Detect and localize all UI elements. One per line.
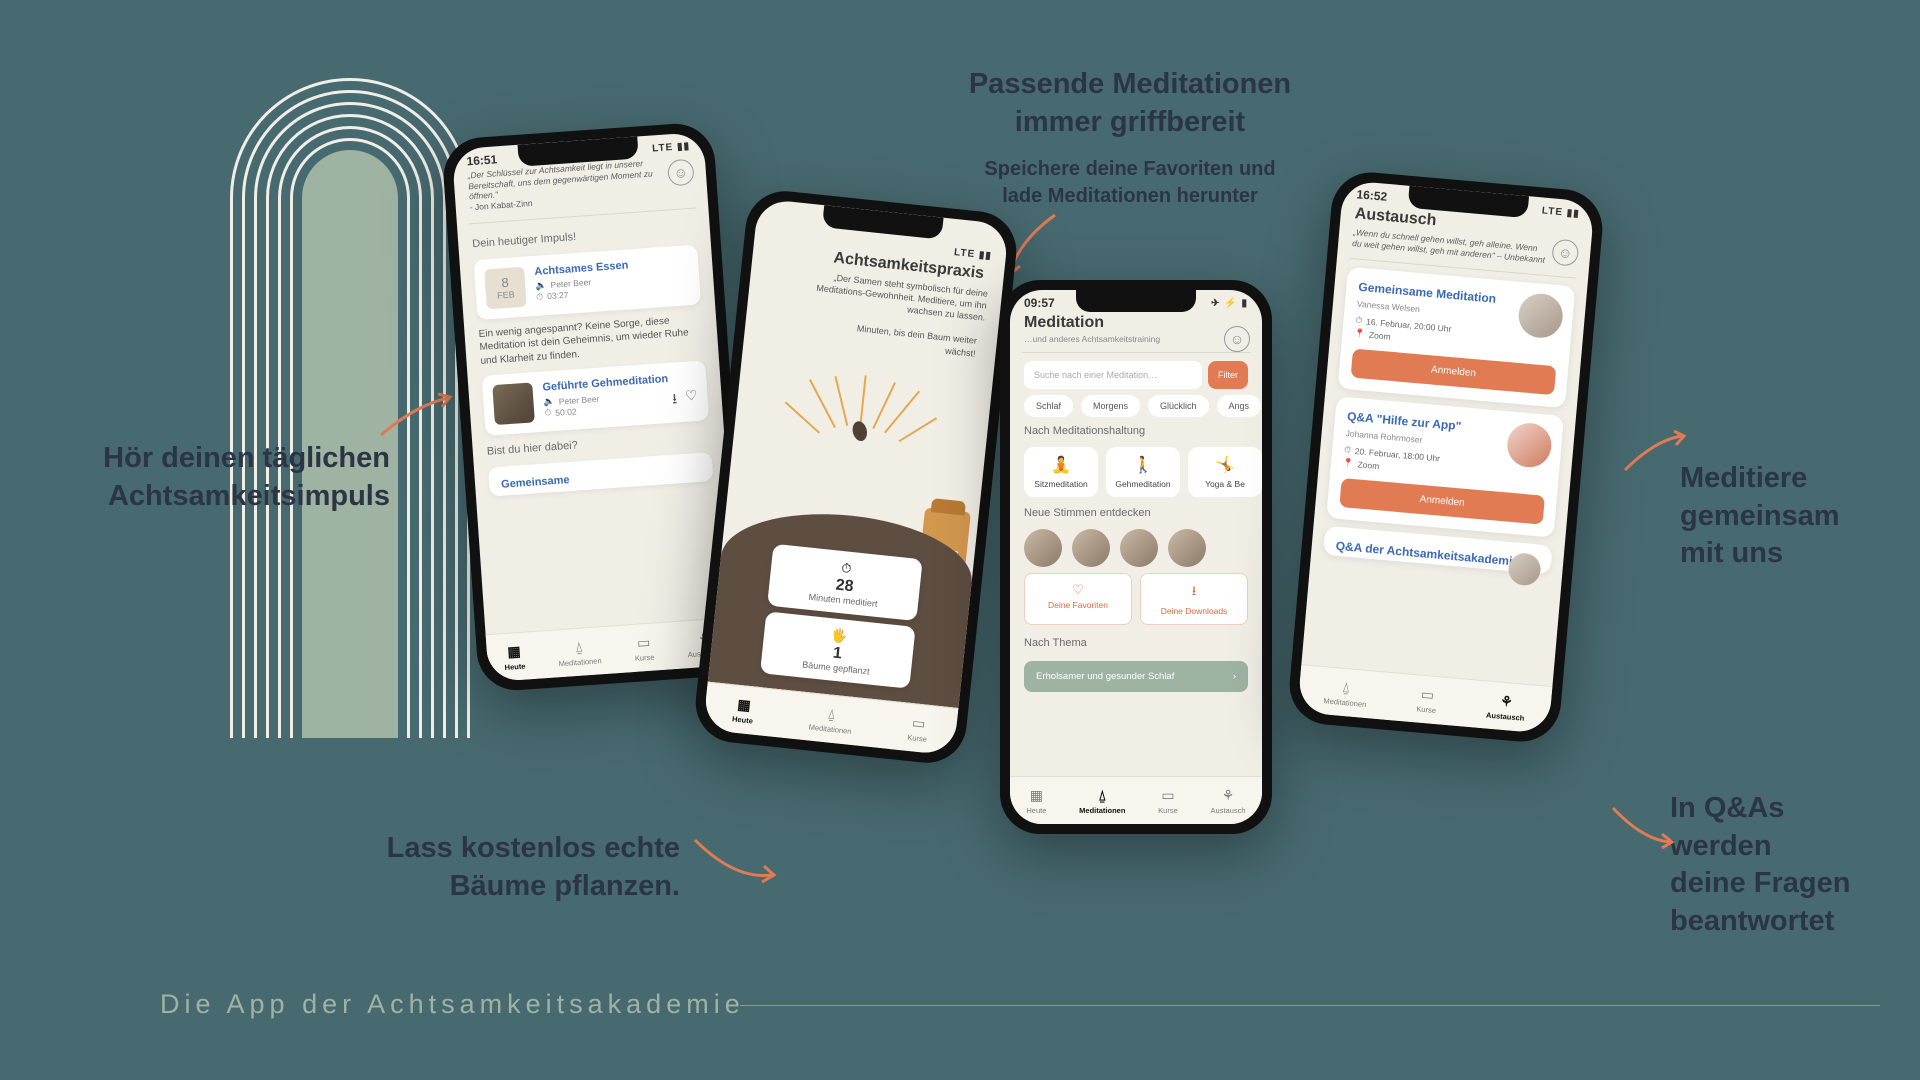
yoga-icon: 🤸 bbox=[1192, 455, 1258, 475]
heart-icon: ♡ bbox=[1029, 582, 1127, 598]
speaker-icon: 🔈 bbox=[543, 396, 555, 408]
location-icon: 📍 bbox=[1354, 328, 1366, 340]
calendar-icon: ▦ bbox=[507, 642, 521, 660]
arrow-icon bbox=[1608, 800, 1678, 850]
heart-icon[interactable]: ♡ bbox=[684, 387, 698, 412]
plant-icon: 🖐 bbox=[830, 627, 848, 644]
annot-plant-trees: Lass kostenlos echte Bäume pflanzen. bbox=[310, 830, 680, 905]
decorative-arch bbox=[230, 38, 470, 738]
event-card[interactable]: Gemeinsame Meditation Vanessa Welsen ⏱16… bbox=[1338, 267, 1576, 408]
calendar-icon: ▦ bbox=[737, 695, 752, 713]
nav-heute[interactable]: ▦Heute bbox=[503, 642, 526, 671]
sun-icon bbox=[774, 357, 951, 454]
tagline-line bbox=[740, 1005, 1880, 1006]
nav-kurse[interactable]: ▭Kurse bbox=[1416, 685, 1438, 715]
calendar-icon: ▦ bbox=[1030, 787, 1043, 804]
annot-qa: In Q&As werden deine Fragen beantwortet bbox=[1670, 790, 1910, 941]
posture-tile[interactable]: 🧘Sitzmeditation bbox=[1024, 447, 1098, 497]
arrow-icon bbox=[1620, 430, 1690, 480]
posture-tile[interactable]: 🚶Gehmeditation bbox=[1106, 447, 1180, 497]
course-icon: ▭ bbox=[1420, 685, 1435, 703]
favorites-button[interactable]: ♡Deine Favoriten bbox=[1024, 573, 1132, 625]
meditate-icon: ⍙ bbox=[827, 705, 837, 723]
tagline: Die App der Achtsamkeitsakademie bbox=[160, 989, 745, 1020]
meditate-icon: ⍙ bbox=[1341, 678, 1351, 696]
clock-icon: ⏱ bbox=[1344, 444, 1352, 456]
posture-tile[interactable]: 🤸Yoga & Be bbox=[1188, 447, 1262, 497]
course-icon: ▭ bbox=[911, 714, 926, 732]
timer-icon: ⏱ bbox=[841, 560, 853, 576]
bottom-nav: ▦Heute ⍙Meditationen ▭Kurse ⚘Austausch bbox=[1010, 776, 1262, 824]
chip[interactable]: Schlaf bbox=[1024, 395, 1073, 417]
stat-minutes: ⏱ 28 Minuten meditiert bbox=[767, 544, 923, 621]
nav-kurse[interactable]: ▭Kurse bbox=[633, 633, 654, 662]
voice-avatar[interactable] bbox=[1072, 529, 1110, 567]
walk-icon: 🚶 bbox=[1110, 455, 1176, 475]
course-icon: ▭ bbox=[636, 633, 650, 651]
meditate-icon: ⍙ bbox=[574, 638, 584, 656]
stat-trees: 🖐 1 Bäume gepflanzt bbox=[760, 611, 916, 688]
course-icon: ▭ bbox=[1161, 787, 1174, 804]
clock-icon: ⏱ bbox=[1355, 315, 1363, 327]
section-theme: Nach Thema bbox=[1010, 631, 1262, 655]
section-voices: Neue Stimmen entdecken bbox=[1010, 501, 1262, 525]
profile-button[interactable]: ☺ bbox=[1224, 326, 1250, 352]
search-input[interactable]: Suche nach einer Meditation… bbox=[1024, 361, 1202, 389]
location-icon: 📍 bbox=[1343, 457, 1355, 469]
register-button[interactable]: Anmelden bbox=[1339, 478, 1545, 525]
community-icon: ⚘ bbox=[1222, 787, 1235, 804]
annot-meditations-sub: Speichere deine Favoriten und lade Medit… bbox=[930, 156, 1330, 210]
annot-daily-impulse: Hör deinen täglichen Achtsamkeitsimpuls bbox=[70, 440, 390, 515]
nav-meditationen[interactable]: ⍙Meditationen bbox=[1323, 677, 1368, 709]
nav-kurse[interactable]: ▭Kurse bbox=[907, 713, 929, 743]
event-card[interactable]: Q&A "Hilfe zur App" Johanna Rohrmoser ⏱2… bbox=[1326, 397, 1564, 538]
voice-avatar[interactable] bbox=[1168, 529, 1206, 567]
chip[interactable]: Angs bbox=[1217, 395, 1262, 417]
downloads-button[interactable]: ⭳Deine Downloads bbox=[1140, 573, 1248, 625]
clock-icon: ⏱ bbox=[536, 291, 544, 302]
mood-chips: Schlaf Morgens Glücklich Angs bbox=[1024, 395, 1262, 417]
chevron-right-icon: › bbox=[1233, 671, 1236, 682]
phone-meditation: 09:57 ✈ ⚡ ▮ Meditation …und anderes Acht… bbox=[1000, 280, 1272, 834]
nav-meditationen[interactable]: ⍙Meditationen bbox=[1079, 787, 1125, 815]
nav-heute[interactable]: ▦Heute bbox=[732, 695, 756, 725]
nav-austausch[interactable]: ⚘Austausch bbox=[1486, 691, 1527, 722]
nav-kurse[interactable]: ▭Kurse bbox=[1158, 787, 1178, 815]
clock: 16:52 bbox=[1356, 187, 1388, 204]
nav-meditationen[interactable]: ⍙Meditationen bbox=[808, 703, 854, 735]
nav-meditationen[interactable]: ⍙Meditationen bbox=[557, 637, 602, 668]
page-title: Meditation bbox=[1010, 310, 1262, 334]
annot-meditate-together: Meditiere gemeinsam mit uns bbox=[1680, 460, 1910, 573]
prompt-text: Ein wenig angespannt? Keine Sorge, diese… bbox=[478, 312, 704, 368]
download-icon[interactable]: ⭳ bbox=[671, 388, 678, 412]
filter-button[interactable]: Filter bbox=[1208, 361, 1248, 389]
voice-avatar[interactable] bbox=[1024, 529, 1062, 567]
register-button[interactable]: Anmelden bbox=[1351, 349, 1557, 396]
clock: 09:57 bbox=[1024, 296, 1055, 310]
clock-icon: ⏱ bbox=[544, 407, 552, 418]
bottom-nav: ⍙Meditationen ▭Kurse ⚘Austausch bbox=[1297, 664, 1552, 734]
download-icon: ⭳ bbox=[1145, 582, 1243, 604]
impulse-card[interactable]: 8 FEB Achtsames Essen 🔈Peter Beer ⏱03:27 bbox=[473, 244, 701, 319]
nav-austausch[interactable]: ⚘Austausch bbox=[1211, 787, 1246, 815]
chip[interactable]: Glücklich bbox=[1148, 395, 1209, 417]
phone-praxis: LTE ▮▮ Achtsamkeitspraxis „Der Samen ste… bbox=[692, 187, 1020, 766]
arrow-icon bbox=[690, 830, 780, 890]
annot-meditations-title: Passende Meditationen immer griffbereit bbox=[910, 66, 1350, 141]
nav-heute[interactable]: ▦Heute bbox=[1026, 787, 1046, 815]
chip[interactable]: Morgens bbox=[1081, 395, 1140, 417]
calendar-icon: 8 FEB bbox=[484, 266, 527, 309]
community-icon: ⚘ bbox=[1500, 692, 1514, 710]
arrow-icon bbox=[376, 390, 456, 450]
speaker-icon: 🔈 bbox=[535, 280, 547, 292]
theme-item[interactable]: Erholsamer und gesunder Schlaf› bbox=[1024, 661, 1248, 692]
section-posture: Nach Meditationshaltung bbox=[1010, 419, 1262, 443]
track-thumb bbox=[492, 382, 535, 425]
phone-austausch: 16:52 LTE ▮▮ Austausch „Wenn du schnell … bbox=[1286, 169, 1605, 745]
voice-avatar[interactable] bbox=[1120, 529, 1158, 567]
sit-icon: 🧘 bbox=[1028, 455, 1094, 475]
meditate-icon: ⍙ bbox=[1098, 787, 1106, 804]
meditation-card[interactable]: Geführte Gehmeditation 🔈Peter Beer ⏱50:0… bbox=[482, 360, 710, 435]
